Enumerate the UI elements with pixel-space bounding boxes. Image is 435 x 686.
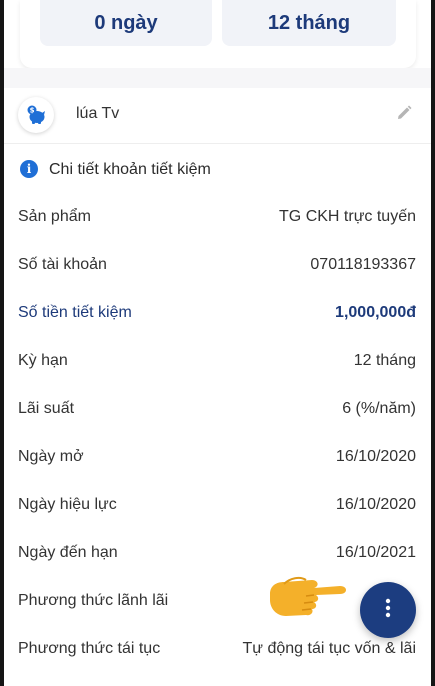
detail-row-open-date: Ngày mở 16/10/2020 — [4, 434, 431, 482]
frame-right-edge — [431, 0, 435, 686]
detail-value: 16/10/2021 — [335, 544, 416, 561]
detail-value: TG CKH trực tuyến — [279, 208, 416, 225]
account-name-row[interactable]: $ lúa Tv — [4, 88, 431, 144]
info-icon: i — [20, 160, 38, 178]
summary-card: 0 ngày 12 tháng — [20, 0, 416, 68]
detail-row-maturity-date: Ngày đến hạn 16/10/2021 — [4, 530, 431, 578]
detail-value: 12 tháng — [353, 352, 416, 369]
detail-row-account-number: Số tài khoản 070118193367 — [4, 242, 431, 290]
detail-value: 1,000,000đ — [335, 304, 416, 321]
piggy-bank-icon: $ — [18, 97, 54, 133]
details-section-header: i Chi tiết khoản tiết kiệm — [4, 144, 431, 194]
detail-row-product: Sản phẩm TG CKH trực tuyến — [4, 194, 431, 242]
detail-label: Phương thức tái tục — [18, 640, 161, 657]
svg-text:$: $ — [30, 107, 35, 115]
more-vertical-icon — [384, 598, 392, 623]
detail-label: Ngày đến hạn — [18, 544, 118, 561]
more-options-fab[interactable] — [360, 582, 416, 638]
detail-label: Lãi suất — [18, 400, 75, 417]
detail-label: Số tiền tiết kiệm — [18, 304, 132, 321]
detail-row-renewal-method: Phương thức tái tục Tự động tái tục vốn … — [4, 626, 431, 674]
detail-value: 070118193367 — [310, 256, 416, 273]
detail-row-term: Kỳ hạn 12 tháng — [4, 338, 431, 386]
section-divider — [4, 68, 431, 88]
detail-value: 16/10/2020 — [335, 496, 416, 513]
term-value: 12 tháng — [222, 0, 396, 46]
detail-row-amount: Số tiền tiết kiệm 1,000,000đ — [4, 290, 431, 338]
detail-value: 6 (%/năm) — [342, 400, 416, 417]
detail-label: Số tài khoản — [18, 256, 107, 273]
pencil-icon[interactable] — [395, 104, 413, 127]
remaining-days-value: 0 ngày — [40, 0, 212, 46]
detail-label: Ngày hiệu lực — [18, 496, 117, 513]
detail-row-interest-rate: Lãi suất 6 (%/năm) — [4, 386, 431, 434]
detail-label: Kỳ hạn — [18, 352, 68, 369]
detail-label: Phương thức lãnh lãi — [18, 592, 169, 609]
detail-label: Sản phẩm — [18, 208, 91, 225]
detail-row-effective-date: Ngày hiệu lực 16/10/2020 — [4, 482, 431, 530]
account-name: lúa Tv — [76, 105, 120, 122]
detail-value: Tự động tái tục vốn & lãi — [242, 640, 416, 657]
pointing-hand-icon — [266, 572, 350, 625]
detail-value: 16/10/2020 — [335, 448, 416, 465]
detail-label: Ngày mở — [18, 448, 84, 465]
section-title: Chi tiết khoản tiết kiệm — [49, 161, 211, 178]
